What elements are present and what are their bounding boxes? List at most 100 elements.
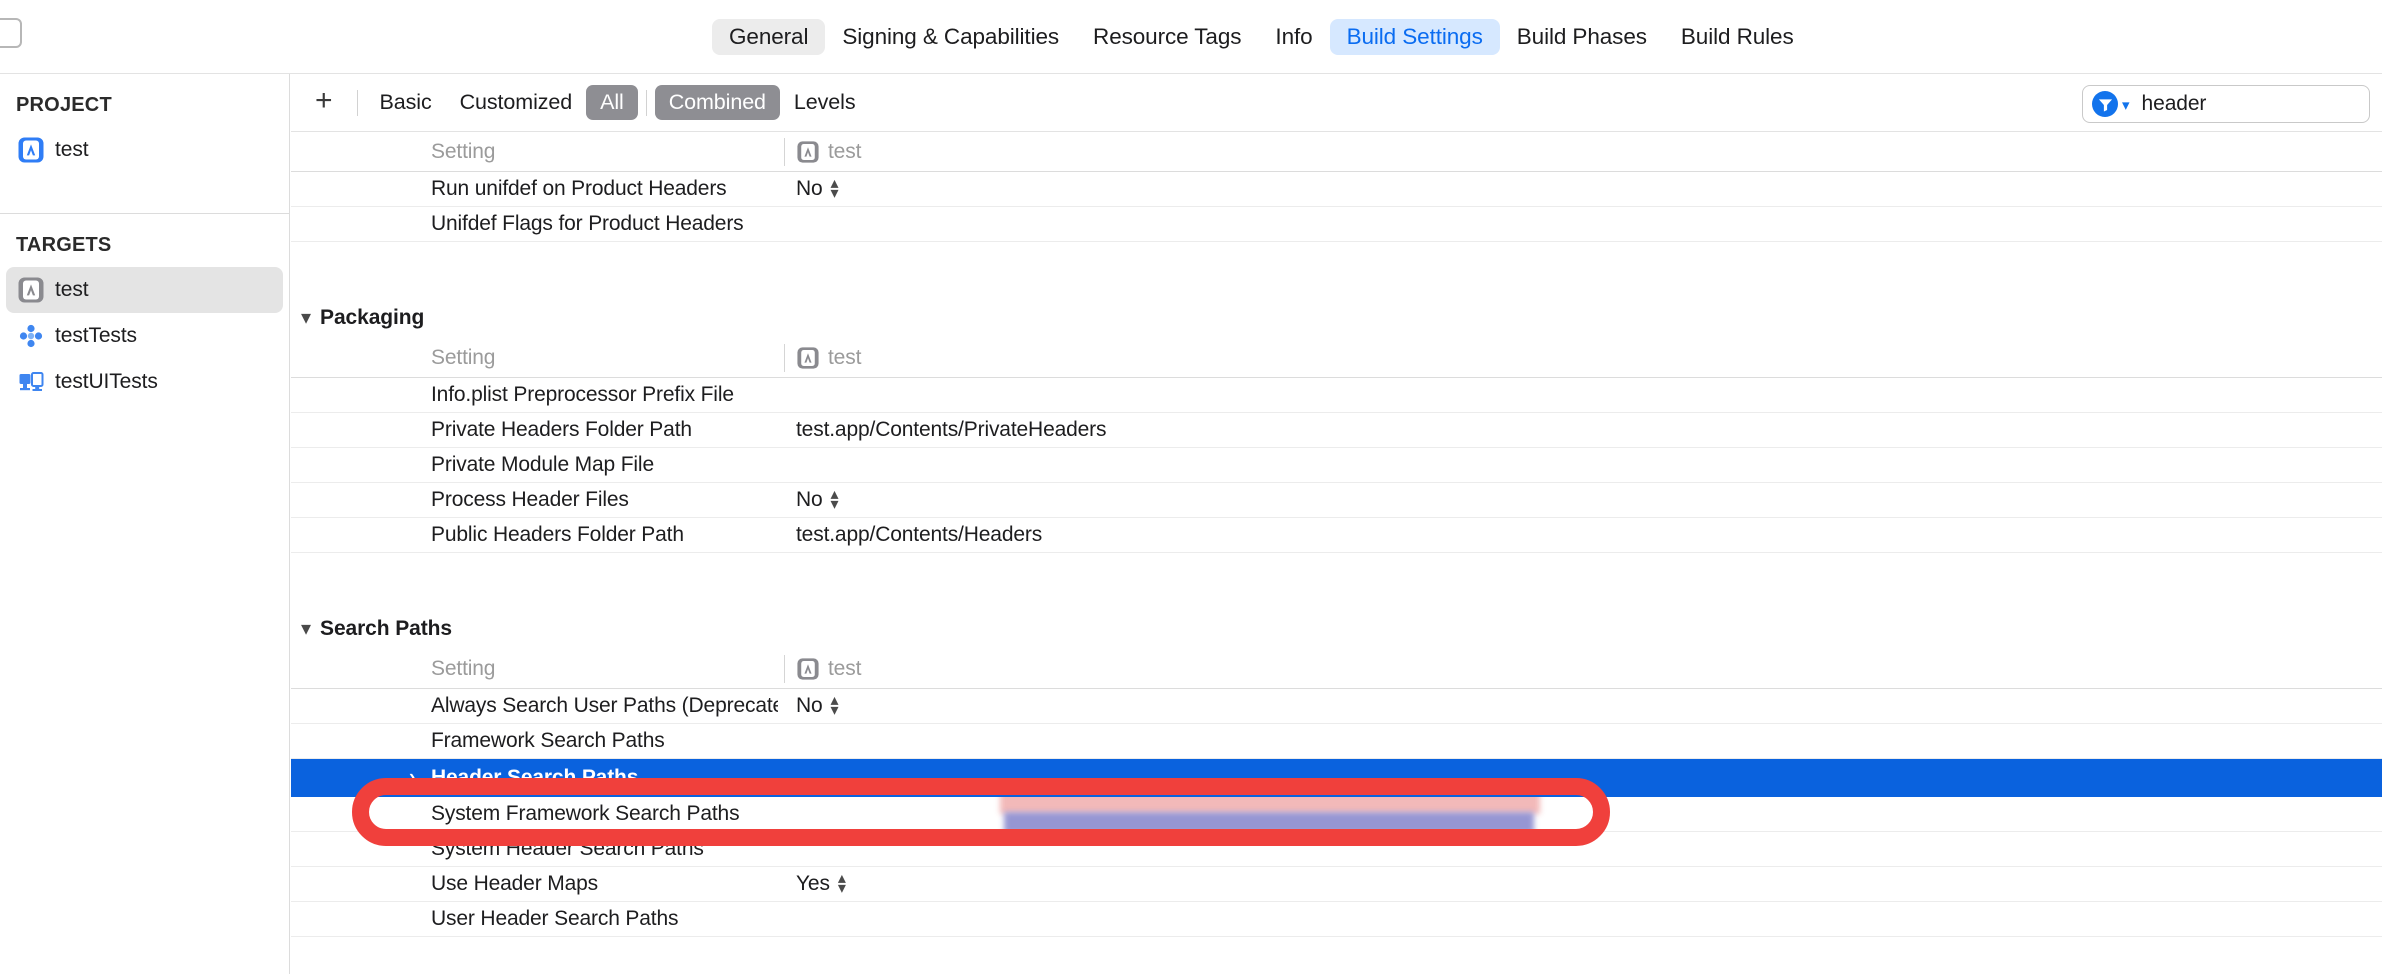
table-row[interactable]: User Header Search Paths — [291, 902, 2382, 937]
section-header-search-paths[interactable]: ▾ Search Paths — [291, 609, 2382, 649]
search-value: header — [2141, 92, 2207, 115]
table-row[interactable]: Framework Search Paths — [291, 724, 2382, 759]
column-header-target-label: test — [828, 345, 862, 369]
unit-test-icon — [18, 323, 44, 349]
ui-test-icon — [18, 369, 44, 395]
sidebar-item-project-test[interactable]: test — [6, 127, 283, 173]
chevron-down-icon[interactable]: ▾ — [2122, 98, 2130, 113]
table-row[interactable]: Always Search User Paths (Deprecated) No… — [291, 689, 2382, 724]
stepper-icon[interactable]: ▴ ▾ — [838, 871, 846, 897]
stepper-icon[interactable]: ▴ ▾ — [831, 176, 839, 202]
column-header-setting: Setting — [431, 656, 496, 680]
chevron-down-icon[interactable]: ▾ — [301, 308, 311, 328]
setting-value-text: No — [796, 177, 823, 200]
table-column-header: Setting test — [291, 338, 2382, 378]
filter-funnel-icon[interactable] — [2092, 91, 2118, 117]
section-header-packaging[interactable]: ▾ Packaging — [291, 298, 2382, 338]
table-row[interactable]: System Header Search Paths — [291, 832, 2382, 867]
setting-value-text: No — [796, 694, 823, 717]
table-row[interactable]: Private Headers Folder Path test.app/Con… — [291, 413, 2382, 448]
toolbar-divider-2 — [645, 89, 647, 116]
setting-name: Always Search User Paths (Deprecated) — [431, 694, 778, 717]
table-row[interactable]: Private Module Map File — [291, 448, 2382, 483]
setting-name: Private Headers Folder Path — [431, 418, 692, 441]
table-column-header: Setting test — [291, 649, 2382, 689]
app-icon-gray — [797, 657, 819, 680]
filter-levels-button[interactable]: Levels — [780, 85, 870, 120]
app-icon-gray — [797, 346, 819, 369]
tab-build-rules[interactable]: Build Rules — [1664, 19, 1811, 56]
table-row[interactable]: System Framework Search Paths — [291, 797, 2382, 832]
tab-signing-capabilities[interactable]: Signing & Capabilities — [825, 19, 1076, 56]
sidebar-item-label: testUITests — [55, 370, 158, 393]
sidebar-divider — [0, 213, 289, 214]
column-header-setting: Setting — [431, 139, 496, 163]
editor-tab-bar: General Signing & Capabilities Resource … — [0, 0, 2382, 74]
setting-name: Private Module Map File — [431, 453, 654, 476]
build-settings-toolbar: + Basic Customized All Combined Levels ▾… — [291, 74, 2382, 132]
setting-name: System Framework Search Paths — [431, 802, 740, 825]
sidebar-item-target-testTests[interactable]: testTests — [6, 313, 283, 359]
filter-basic-button[interactable]: Basic — [366, 85, 446, 120]
setting-value[interactable]: No ▴ ▾ — [778, 693, 2382, 719]
section-title: Search Paths — [320, 617, 452, 640]
app-icon-blue — [18, 137, 44, 163]
filter-customized-button[interactable]: Customized — [446, 85, 587, 120]
setting-name: System Header Search Paths — [431, 837, 704, 860]
sidebar-item-label: test — [55, 138, 89, 161]
table-row[interactable]: Run unifdef on Product Headers No ▴ ▾ — [291, 172, 2382, 207]
column-header-target: test — [784, 137, 2382, 166]
xcode-build-settings-window: General Signing & Capabilities Resource … — [0, 0, 2382, 974]
add-setting-button[interactable]: + — [309, 85, 349, 120]
setting-name: › Header Search Paths — [291, 766, 778, 790]
table-row[interactable]: Use Header Maps Yes ▴ ▾ — [291, 867, 2382, 902]
filter-combined-button[interactable]: Combined — [654, 85, 780, 120]
sidebar-item-target-testUITests[interactable]: testUITests — [6, 359, 283, 405]
setting-name: Run unifdef on Product Headers — [431, 177, 727, 200]
stepper-icon[interactable]: ▴ ▾ — [831, 487, 839, 513]
sidebar-item-target-test[interactable]: test — [6, 267, 283, 313]
setting-name: Info.plist Preprocessor Prefix File — [431, 383, 734, 406]
setting-name: Process Header Files — [431, 488, 629, 511]
filter-all-button[interactable]: All — [586, 85, 638, 120]
setting-name: Public Headers Folder Path — [431, 523, 684, 546]
setting-value[interactable]: No ▴ ▾ — [778, 176, 2382, 202]
setting-value[interactable]: test.app/Contents/Headers — [778, 523, 2382, 547]
setting-value-text: test.app/Contents/Headers — [796, 523, 1043, 546]
setting-name: Framework Search Paths — [431, 729, 665, 752]
stepper-icon[interactable]: ▴ ▾ — [831, 693, 839, 719]
tab-general[interactable]: General — [712, 18, 826, 56]
tab-info[interactable]: Info — [1258, 19, 1329, 56]
section-title: Packaging — [320, 306, 425, 329]
chevron-right-icon[interactable]: › — [409, 767, 415, 789]
search-input[interactable]: ▾ header — [2082, 85, 2370, 123]
table-row-selected[interactable]: › Header Search Paths — [291, 758, 2382, 797]
tab-resource-tags[interactable]: Resource Tags — [1076, 19, 1258, 56]
toolbar-divider-1 — [356, 89, 358, 116]
tab-list: General Signing & Capabilities Resource … — [712, 16, 1811, 58]
setting-name: User Header Search Paths — [431, 907, 679, 930]
table-row[interactable]: Unifdef Flags for Product Headers — [291, 207, 2382, 242]
table-row[interactable]: Process Header Files No ▴ ▾ — [291, 483, 2382, 518]
column-header-target-label: test — [828, 656, 862, 680]
setting-value-text: Yes — [796, 872, 830, 895]
document-icon — [0, 18, 22, 48]
chevron-down-icon[interactable]: ▾ — [301, 619, 311, 639]
setting-value-text: No — [796, 488, 823, 511]
sidebar-item-label: test — [55, 278, 89, 301]
setting-value[interactable]: No ▴ ▾ — [778, 487, 2382, 513]
setting-name: Unifdef Flags for Product Headers — [431, 212, 744, 235]
table-row[interactable]: Info.plist Preprocessor Prefix File — [291, 378, 2382, 413]
sidebar-section-targets: TARGETS — [16, 234, 112, 256]
setting-name: Use Header Maps — [431, 872, 598, 895]
tab-build-settings[interactable]: Build Settings — [1329, 18, 1500, 56]
setting-value[interactable]: test.app/Contents/PrivateHeaders — [778, 418, 2382, 442]
column-header-target: test — [784, 654, 2382, 683]
build-settings-table[interactable]: Setting test Run unifdef on Product Head… — [291, 132, 2382, 974]
setting-value[interactable]: Yes ▴ ▾ — [778, 871, 2382, 897]
table-row[interactable]: Public Headers Folder Path test.app/Cont… — [291, 518, 2382, 553]
sidebar-section-project: PROJECT — [16, 94, 112, 116]
tab-build-phases[interactable]: Build Phases — [1500, 19, 1664, 56]
app-icon-gray — [18, 277, 44, 303]
